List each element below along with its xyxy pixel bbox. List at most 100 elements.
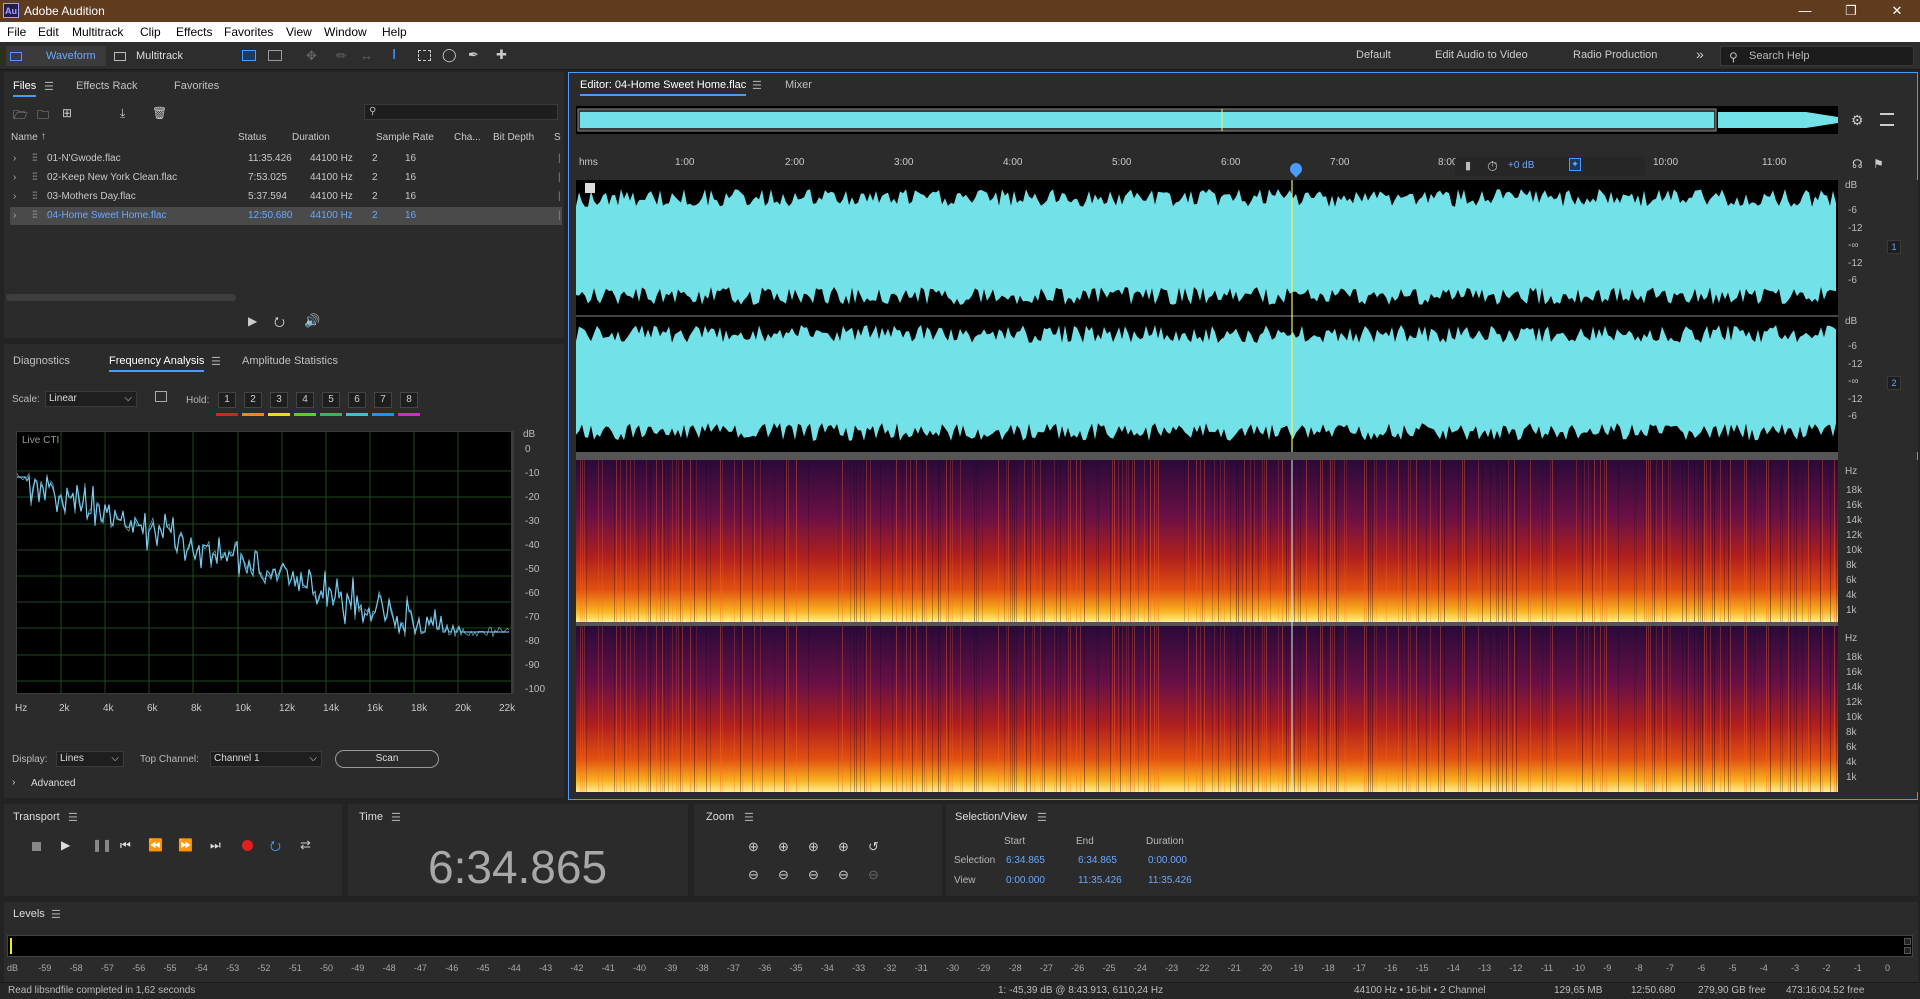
spectral-frequency-display[interactable] <box>576 460 1838 792</box>
menu-clip[interactable]: Clip <box>140 25 161 39</box>
spot-healing-tool-icon[interactable]: ✚ <box>496 47 507 63</box>
col-sample-rate[interactable]: Sample Rate <box>376 132 434 143</box>
col-duration[interactable]: Duration <box>292 132 330 143</box>
zoom-to-selection-icon[interactable]: ⚙ <box>1851 112 1864 129</box>
clip-indicator-right[interactable] <box>1904 947 1911 954</box>
editor-panel-menu-icon[interactable]: ☰ <box>752 79 762 92</box>
col-name[interactable]: Name <box>11 132 38 143</box>
workspace-radio-production[interactable]: Radio Production <box>1573 49 1657 61</box>
menu-view[interactable]: View <box>286 25 312 39</box>
scan-button[interactable]: Scan <box>335 750 439 768</box>
tab-mixer[interactable]: Mixer <box>785 79 812 91</box>
rewind-icon[interactable]: ⏪ <box>148 838 163 852</box>
auto-play-icon[interactable]: 🔊 <box>304 313 320 329</box>
lasso-tool-icon[interactable]: ◯ <box>442 47 457 63</box>
stop-icon[interactable] <box>32 842 41 851</box>
expand-chevron-icon[interactable]: › <box>13 191 16 202</box>
advanced-toggle[interactable]: Advanced <box>31 778 75 789</box>
clip-indicator-left[interactable] <box>1904 938 1911 945</box>
slip-tool-icon[interactable]: ↔ <box>360 48 373 63</box>
record-icon[interactable] <box>242 840 253 851</box>
selection-end-field[interactable]: 6:34.865 <box>1078 855 1117 866</box>
zoom-out-full-icon[interactable]: ⊖ <box>838 867 849 883</box>
files-panel-menu-icon[interactable]: ☰ <box>44 80 54 93</box>
hold-button-1[interactable]: 1 <box>218 392 236 408</box>
zoom-in-time-icon[interactable]: ⊕ <box>778 839 789 855</box>
hold-button-5[interactable]: 5 <box>322 392 340 408</box>
table-row[interactable]: › ⫶⫶⫶ 02-Keep New York Clean.flac 7:53.025 4… <box>10 169 562 187</box>
marquee-tool-icon[interactable] <box>418 50 431 61</box>
menu-edit[interactable]: Edit <box>38 25 59 39</box>
minimize-icon[interactable]: — <box>1782 0 1828 22</box>
workspace-edit-audio-to-video[interactable]: Edit Audio to Video <box>1435 49 1528 61</box>
hold-button-4[interactable]: 4 <box>296 392 314 408</box>
tab-frequency-analysis[interactable]: Frequency Analysis <box>109 355 205 372</box>
move-to-previous-icon[interactable]: ⏮ <box>120 838 131 853</box>
col-source-format[interactable]: S <box>554 132 561 143</box>
hold-button-7[interactable]: 7 <box>374 392 392 408</box>
multitrack-view-button[interactable]: Multitrack <box>110 46 200 66</box>
expand-chevron-icon[interactable]: › <box>13 172 16 183</box>
transport-menu-icon[interactable]: ☰ <box>68 811 78 824</box>
zoom-menu-icon[interactable]: ☰ <box>744 811 754 824</box>
channel-1-toggle[interactable]: 1 <box>1887 240 1901 254</box>
expand-chevron-icon[interactable]: › <box>13 210 16 221</box>
view-end-field[interactable]: 11:35.426 <box>1078 875 1122 886</box>
table-row[interactable]: › ⫶⫶⫶ 04-Home Sweet Home.flac 12:50.680 4410… <box>10 207 562 225</box>
close-file-icon[interactable]: 🗑 <box>152 106 167 120</box>
hold-button-3[interactable]: 3 <box>270 392 288 408</box>
time-ruler[interactable] <box>576 153 1838 179</box>
channel-2-toggle[interactable]: 2 <box>1887 376 1901 390</box>
waveform-view-button[interactable]: Waveform <box>6 46 106 66</box>
menu-help[interactable]: Help <box>382 25 407 39</box>
selection-view-menu-icon[interactable]: ☰ <box>1037 811 1047 824</box>
levels-menu-icon[interactable]: ☰ <box>51 908 61 921</box>
menu-effects[interactable]: Effects <box>176 25 212 39</box>
overview-waveform[interactable] <box>576 106 1838 134</box>
insert-into-multitrack-icon[interactable]: ⤓ <box>120 106 125 121</box>
advanced-chevron-icon[interactable]: › <box>12 777 15 788</box>
new-file-icon[interactable]: ⊞ <box>62 106 72 120</box>
view-duration-field[interactable]: 11:35.426 <box>1148 875 1192 886</box>
zoom-out-amplitude-icon[interactable]: ⊖ <box>748 867 759 883</box>
pitch-display-icon[interactable] <box>268 50 282 61</box>
display-dropdown[interactable]: Lines ⌵ <box>56 751 124 767</box>
scale-dropdown[interactable]: Linear ⌵ <box>45 391 137 407</box>
marker-pin-icon[interactable]: ⚑ <box>1873 157 1884 171</box>
import-file-icon[interactable]: 🗀 <box>37 106 49 127</box>
zoom-out-frequency-icon[interactable]: ⊖ <box>808 867 819 883</box>
waveform-spectral-divider[interactable] <box>576 452 1838 460</box>
time-menu-icon[interactable]: ☰ <box>391 811 401 824</box>
preview-play-icon[interactable]: ▶ <box>248 314 257 328</box>
play-icon[interactable]: ▶ <box>61 838 70 852</box>
gain-knob-icon[interactable]: ⏱ <box>1487 158 1498 175</box>
zoom-reset-icon[interactable]: ↺ <box>868 839 879 855</box>
waveform-display[interactable] <box>576 180 1838 452</box>
tab-diagnostics[interactable]: Diagnostics <box>13 355 70 367</box>
hold-button-8[interactable]: 8 <box>400 392 418 408</box>
open-file-icon[interactable]: 🗁 <box>13 106 28 127</box>
tab-effects-rack[interactable]: Effects Rack <box>76 80 138 92</box>
waveform-options-icon[interactable] <box>1880 113 1894 126</box>
menu-multitrack[interactable]: Multitrack <box>72 25 123 39</box>
view-start-field[interactable]: 0:00.000 <box>1006 875 1045 886</box>
hold-button-6[interactable]: 6 <box>348 392 366 408</box>
expand-chevron-icon[interactable]: › <box>13 153 16 164</box>
tab-files[interactable]: Files <box>13 80 37 97</box>
table-row[interactable]: › ⫶⫶⫶ 03-Mothers Day.flac 5:37.594 44100 Hz 2… <box>10 188 562 206</box>
zoom-selection-icon[interactable]: ⊕ <box>838 839 849 855</box>
menu-favorites[interactable]: Favorites <box>224 25 273 39</box>
files-search-input[interactable]: ⚲ <box>364 104 558 120</box>
clear-hold-icon[interactable] <box>155 391 167 402</box>
move-to-next-icon[interactable]: ⏭ <box>210 838 221 853</box>
zoom-in-frequency-icon[interactable]: ⊕ <box>808 839 819 855</box>
selection-start-field[interactable]: 6:34.865 <box>1006 855 1045 866</box>
zoom-out-disabled-icon[interactable]: ⊖ <box>868 867 879 883</box>
search-help-input[interactable]: ⚲ Search Help <box>1720 46 1914 66</box>
top-channel-dropdown[interactable]: Channel 1 ⌵ <box>210 751 322 767</box>
tab-amplitude-statistics[interactable]: Amplitude Statistics <box>242 355 338 367</box>
brush-tool-icon[interactable]: ✒ <box>468 47 479 63</box>
menu-window[interactable]: Window <box>324 25 367 39</box>
tab-favorites[interactable]: Favorites <box>174 80 219 92</box>
col-bit-depth[interactable]: Bit Depth <box>493 132 534 143</box>
